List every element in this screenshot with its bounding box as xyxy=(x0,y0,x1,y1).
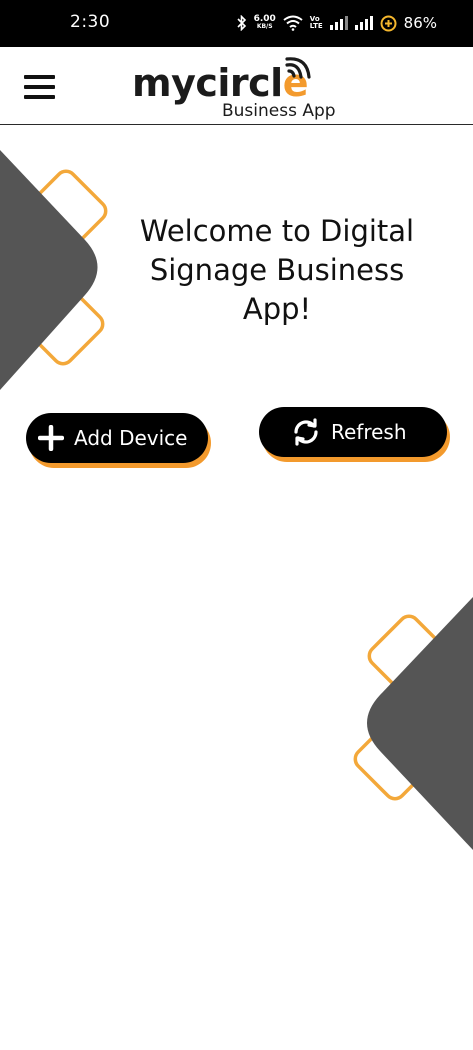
logo-text-main: mycircl xyxy=(132,61,283,105)
refresh-icon xyxy=(294,418,318,446)
refresh-label: Refresh xyxy=(331,420,407,444)
decor-shape-top-left xyxy=(0,150,108,390)
decor-shape-bottom-right xyxy=(353,597,473,850)
logo-wordmark: mycircle xyxy=(132,61,309,105)
refresh-button[interactable]: Refresh xyxy=(259,407,447,457)
net-speed-unit: KB/S xyxy=(256,23,273,30)
net-speed-value: 6.00 xyxy=(253,14,276,24)
plus-icon xyxy=(38,425,64,451)
volte-bottom: LTE xyxy=(309,22,323,30)
signal-icon xyxy=(354,16,373,30)
welcome-title: Welcome to Digital Signage Business App! xyxy=(139,214,415,326)
app-header: mycircle Business App xyxy=(0,47,473,125)
volte-indicator: Vo LTE xyxy=(310,16,323,30)
app-logo: mycircle Business App xyxy=(130,55,360,121)
signal-icon xyxy=(329,16,348,30)
battery-percentage: 86% xyxy=(403,14,437,32)
add-device-label: Add Device xyxy=(74,426,188,450)
signal-waves-icon xyxy=(285,57,311,79)
status-bar: 2:30 6.00 KB/S Vo LTE 86% xyxy=(0,0,473,47)
bluetooth-icon xyxy=(237,15,246,31)
status-icons: 6.00 KB/S Vo LTE 86% xyxy=(237,12,437,34)
logo-subtitle: Business App xyxy=(222,101,336,121)
menu-button[interactable] xyxy=(22,75,58,99)
add-device-button[interactable]: Add Device xyxy=(26,413,208,463)
status-time: 2:30 xyxy=(70,12,111,32)
net-speed: 6.00 KB/S xyxy=(254,15,276,31)
wifi-icon xyxy=(283,15,303,31)
battery-saver-icon xyxy=(380,15,397,31)
